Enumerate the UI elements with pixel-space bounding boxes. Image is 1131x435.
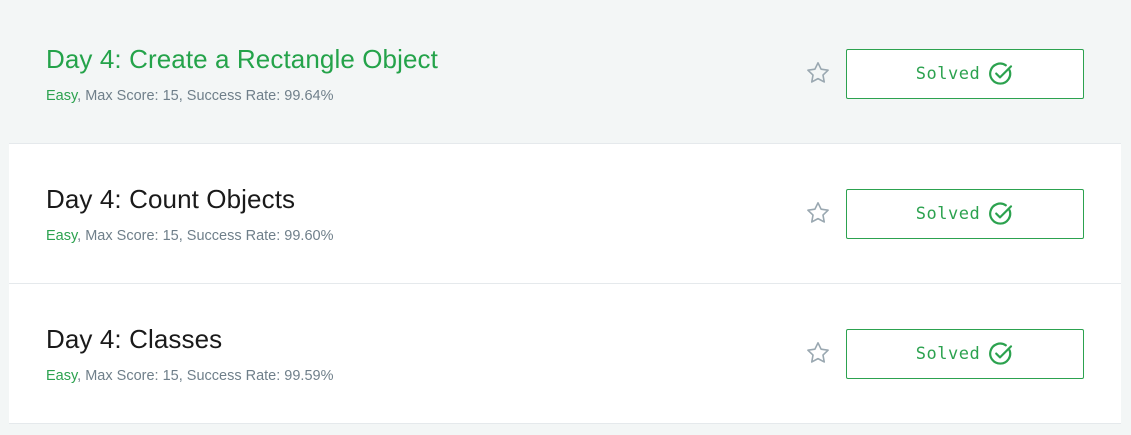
bookmark-star-button[interactable] — [805, 340, 831, 366]
challenge-card[interactable]: Day 4: Create a Rectangle Object Easy, M… — [9, 4, 1121, 144]
challenge-meta: Easy, Max Score: 15, Success Rate: 99.59… — [46, 368, 333, 384]
difficulty-label: Easy — [46, 88, 78, 104]
check-circle-icon — [989, 62, 1013, 85]
challenge-details: , Max Score: 15, Success Rate: 99.59% — [77, 368, 334, 384]
check-circle-icon — [989, 202, 1013, 225]
bookmark-star-button[interactable] — [805, 200, 831, 226]
difficulty-label: Easy — [46, 368, 78, 384]
solved-button[interactable]: Solved — [846, 49, 1084, 99]
bookmark-star-button[interactable] — [805, 60, 831, 86]
challenge-list: Day 4: Create a Rectangle Object Easy, M… — [9, 4, 1121, 424]
challenge-details: , Max Score: 15, Success Rate: 99.64% — [77, 88, 334, 104]
challenge-card[interactable]: Day 4: Classes Easy, Max Score: 15, Succ… — [9, 284, 1121, 424]
star-outline-icon — [807, 202, 829, 223]
solved-label: Solved — [915, 204, 981, 224]
challenge-card[interactable]: Day 4: Count Objects Easy, Max Score: 15… — [9, 144, 1121, 284]
challenge-details: , Max Score: 15, Success Rate: 99.60% — [77, 228, 334, 244]
challenge-meta: Easy, Max Score: 15, Success Rate: 99.64… — [46, 88, 333, 104]
solved-label: Solved — [915, 344, 981, 364]
difficulty-label: Easy — [46, 228, 78, 244]
challenge-title-link[interactable]: Day 4: Count Objects — [46, 184, 295, 215]
page-gutter — [1121, 0, 1131, 435]
solved-button[interactable]: Solved — [846, 329, 1084, 379]
star-outline-icon — [807, 62, 829, 83]
solved-label: Solved — [915, 64, 981, 84]
check-circle-icon — [989, 342, 1013, 365]
star-outline-icon — [807, 342, 829, 363]
challenge-title-link[interactable]: Day 4: Create a Rectangle Object — [46, 44, 438, 75]
solved-button[interactable]: Solved — [846, 189, 1084, 239]
challenge-meta: Easy, Max Score: 15, Success Rate: 99.60… — [46, 228, 333, 244]
challenge-title-link[interactable]: Day 4: Classes — [46, 324, 222, 355]
